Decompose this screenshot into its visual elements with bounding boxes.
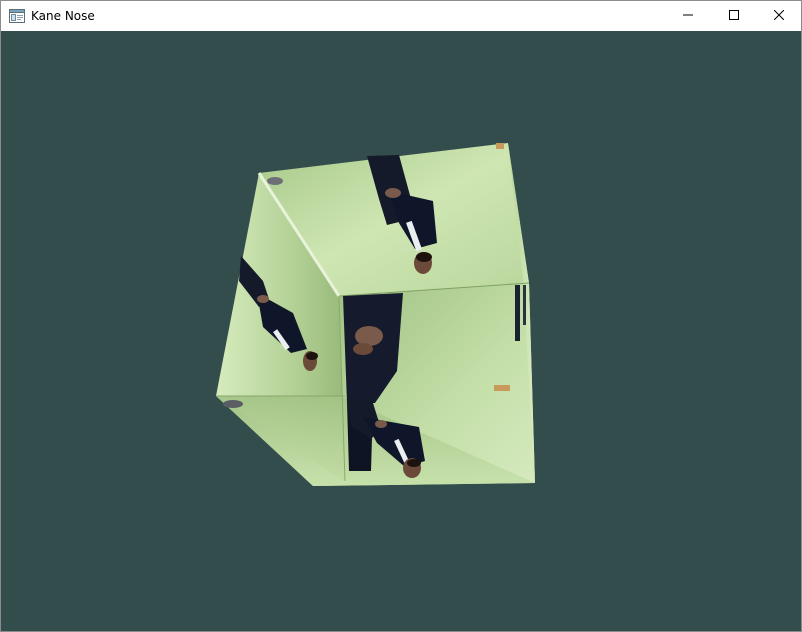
scene-canvas (1, 31, 801, 631)
maximize-button[interactable] (711, 1, 757, 31)
close-icon (773, 7, 785, 25)
render-viewport[interactable] (1, 31, 801, 631)
app-window-icon (9, 8, 25, 24)
maximize-icon (729, 7, 739, 25)
title-bar[interactable]: Kane Nose (1, 1, 801, 31)
minimize-button[interactable] (665, 1, 711, 31)
textured-cube (216, 143, 535, 486)
close-button[interactable] (756, 1, 802, 31)
window-title: Kane Nose (31, 9, 95, 23)
app-window: Kane Nose (0, 0, 802, 632)
minimize-icon (683, 7, 693, 25)
